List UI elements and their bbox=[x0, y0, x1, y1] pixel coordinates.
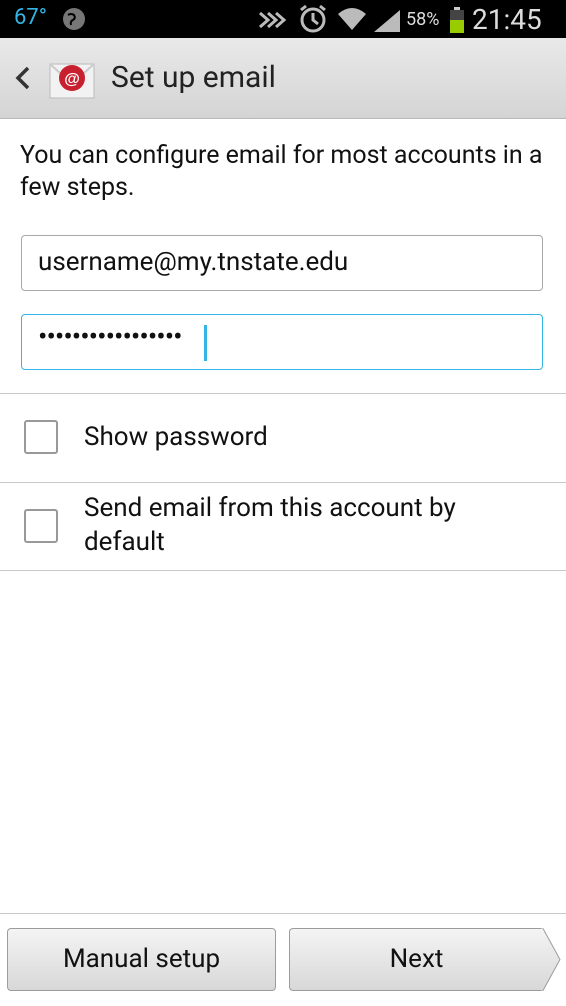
battery-icon bbox=[450, 7, 464, 33]
default-account-row[interactable]: Send email from this account by default bbox=[0, 483, 566, 570]
action-bar: @ Set up email bbox=[0, 38, 566, 119]
clock: 21:45 bbox=[472, 3, 542, 36]
text-caret bbox=[204, 325, 207, 361]
password-field[interactable]: ••••••••••••••••• bbox=[21, 314, 543, 370]
wifi-icon bbox=[338, 8, 366, 30]
alarm-icon bbox=[300, 4, 326, 33]
next-arrow-icon[interactable] bbox=[541, 928, 561, 991]
divider bbox=[0, 570, 566, 571]
password-field-value: ••••••••••••••••• bbox=[38, 320, 183, 353]
show-password-row[interactable]: Show password bbox=[0, 394, 566, 482]
intro-text: You can configure email for most account… bbox=[20, 141, 543, 202]
battery-percent: 58% bbox=[406, 9, 440, 30]
globe-icon bbox=[63, 8, 85, 30]
email-field[interactable]: username@my.tnstate.edu bbox=[21, 235, 543, 291]
email-field-value: username@my.tnstate.edu bbox=[38, 247, 349, 277]
email-app-icon[interactable]: @ bbox=[48, 56, 96, 104]
back-chevron-icon[interactable] bbox=[12, 64, 32, 92]
page-title: Set up email bbox=[111, 60, 276, 95]
default-account-checkbox[interactable] bbox=[24, 509, 58, 543]
status-bar: 67° 58% 21:45 bbox=[0, 0, 566, 38]
temperature-text: 67° bbox=[14, 5, 47, 30]
show-password-checkbox[interactable] bbox=[24, 420, 58, 454]
default-account-label: Send email from this account by default bbox=[84, 493, 456, 557]
show-password-label: Show password bbox=[84, 422, 268, 452]
next-button[interactable]: Next bbox=[289, 928, 543, 991]
svg-text:@: @ bbox=[64, 71, 80, 88]
button-bar-divider bbox=[0, 913, 566, 914]
manual-setup-button[interactable]: Manual setup bbox=[7, 928, 276, 991]
signal-icon bbox=[374, 10, 400, 32]
nfc-icon bbox=[259, 11, 287, 29]
